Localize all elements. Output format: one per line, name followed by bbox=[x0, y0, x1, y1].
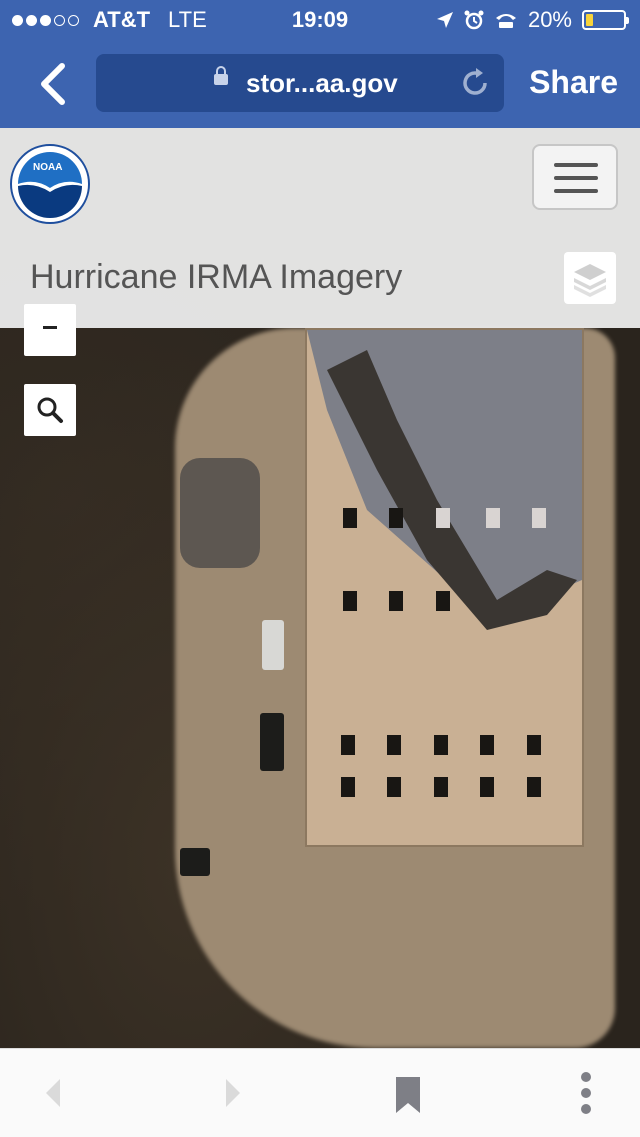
building-window bbox=[527, 735, 541, 755]
battery-icon bbox=[582, 10, 629, 30]
building-window bbox=[486, 508, 500, 528]
hamburger-menu-button[interactable] bbox=[532, 144, 618, 210]
building-window bbox=[436, 591, 450, 611]
zoom-out-icon bbox=[43, 326, 57, 329]
browser-nav: stor...aa.gov Share bbox=[0, 54, 640, 114]
building-window bbox=[480, 777, 494, 797]
page-title: Hurricane IRMA Imagery bbox=[30, 258, 403, 296]
more-icon[interactable] bbox=[576, 1071, 596, 1115]
damaged-building bbox=[305, 328, 584, 847]
building-window bbox=[434, 735, 448, 755]
parked-vehicle-dark bbox=[260, 713, 284, 771]
url-bar[interactable]: stor...aa.gov bbox=[96, 54, 504, 112]
building-window bbox=[343, 591, 357, 611]
browser-toolbar bbox=[0, 1048, 640, 1137]
building-window bbox=[527, 777, 541, 797]
status-bar: AT&T LTE 19:09 20% bbox=[0, 0, 640, 42]
building-window bbox=[343, 508, 357, 528]
building-window bbox=[532, 508, 546, 528]
building-window bbox=[480, 735, 494, 755]
back-chevron-icon[interactable] bbox=[36, 62, 72, 106]
nav-forward-icon[interactable] bbox=[218, 1075, 246, 1111]
building-window bbox=[389, 591, 403, 611]
noaa-logo[interactable] bbox=[10, 144, 90, 224]
logo-text: NOAA bbox=[33, 162, 63, 173]
debris-box bbox=[180, 848, 210, 876]
url-text: stor...aa.gov bbox=[246, 68, 398, 98]
search-icon bbox=[37, 397, 63, 423]
building-window bbox=[434, 777, 448, 797]
battery-percent: 20% bbox=[527, 7, 572, 32]
status-right: 20% bbox=[436, 7, 629, 33]
roof-debris bbox=[180, 458, 260, 568]
layers-icon bbox=[574, 264, 606, 297]
bookmark-icon[interactable] bbox=[394, 1075, 422, 1115]
parked-vehicle bbox=[262, 620, 284, 670]
browser-chrome: AT&T LTE 19:09 20% stor...aa.gov Share bbox=[0, 0, 640, 128]
zoom-out-button[interactable] bbox=[24, 304, 76, 356]
hamburger-menu-icon bbox=[554, 163, 598, 167]
roof-remnant bbox=[307, 330, 582, 630]
map-search-button[interactable] bbox=[24, 384, 76, 436]
building-window bbox=[341, 735, 355, 755]
page-header: NOAA Hurricane IRMA Imagery bbox=[0, 128, 640, 328]
building-window bbox=[436, 508, 450, 528]
alarm-icon bbox=[464, 10, 484, 30]
building-window bbox=[341, 777, 355, 797]
building-window bbox=[387, 777, 401, 797]
building-window bbox=[387, 735, 401, 755]
building-window bbox=[389, 508, 403, 528]
location-arrow-icon bbox=[436, 12, 453, 28]
nav-back-icon[interactable] bbox=[40, 1075, 68, 1111]
tty-icon bbox=[495, 14, 516, 28]
layers-button[interactable] bbox=[564, 252, 616, 304]
reload-icon[interactable] bbox=[458, 66, 492, 100]
lock-icon bbox=[214, 66, 228, 85]
share-button[interactable]: Share bbox=[529, 64, 618, 101]
